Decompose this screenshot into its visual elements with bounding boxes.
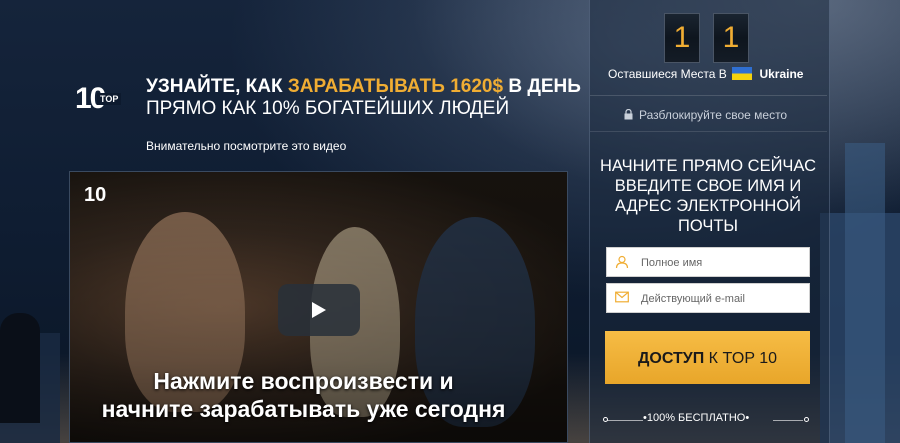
video-caption-line2: начните зарабатывать уже сегодня bbox=[101, 396, 506, 422]
seats-label: Оставшиеся Места В bbox=[608, 67, 727, 81]
button-label-rest: К TOP 10 bbox=[704, 350, 777, 367]
email-input[interactable] bbox=[639, 284, 811, 314]
headline-line2: ПРЯМО КАК 10% БОГАТЕЙШИХ ЛЮДЕЙ bbox=[146, 98, 510, 119]
counter-digit: 1 bbox=[664, 13, 700, 63]
building bbox=[845, 143, 885, 443]
line-decoration bbox=[773, 420, 803, 421]
free-note: •100% БЕСПЛАТНО• bbox=[603, 412, 813, 428]
video-logo: 10 bbox=[84, 184, 107, 206]
unlock-note: Разблокируйте свое место bbox=[624, 108, 787, 122]
seats-country: Ukraine bbox=[759, 67, 804, 81]
video-player[interactable]: 10 Нажмите воспроизвести и начните зараб… bbox=[69, 171, 568, 443]
user-icon bbox=[615, 255, 629, 269]
name-field[interactable] bbox=[606, 247, 811, 278]
headline-suffix: В ДЕНЬ bbox=[503, 76, 581, 97]
ring-decoration bbox=[804, 417, 809, 422]
headline-prefix: УЗНАЙТЕ, КАК bbox=[146, 76, 288, 97]
watch-video-text: Внимательно посмотрите это видео bbox=[146, 139, 347, 153]
access-top10-button[interactable]: ДОСТУП К TOP 10 bbox=[605, 331, 810, 384]
counter-digit: 1 bbox=[713, 13, 749, 63]
play-button[interactable] bbox=[278, 284, 360, 336]
divider bbox=[590, 95, 827, 96]
headline-accent: ЗАРАБАТЫВАТЬ 1620$ bbox=[287, 76, 504, 97]
headline-line1: УЗНАЙТЕ, КАК ЗАРАБАТЫВАТЬ 1620$ В ДЕНЬ bbox=[146, 76, 581, 98]
video-caption-line1: Нажмите воспроизвести и bbox=[153, 368, 454, 394]
unlock-text: Разблокируйте свое место bbox=[639, 108, 788, 122]
email-field[interactable] bbox=[606, 283, 811, 314]
name-input[interactable] bbox=[639, 248, 811, 278]
free-label: •100% БЕСПЛАТНО• bbox=[643, 412, 750, 424]
button-bold-label: ДОСТУП bbox=[638, 350, 705, 367]
seats-remaining: Оставшиеся Места В Ukraine bbox=[608, 67, 803, 82]
logo-tag: TOP bbox=[97, 93, 122, 105]
top10-logo: 10 TOP bbox=[75, 84, 131, 114]
divider bbox=[590, 131, 827, 132]
line-decoration bbox=[607, 420, 643, 421]
ukraine-flag-icon bbox=[732, 67, 753, 81]
play-icon bbox=[312, 302, 326, 318]
silhouette-figure bbox=[0, 313, 40, 423]
lock-icon bbox=[624, 109, 633, 120]
cta-instructions: НАЧНИТЕ ПРЯМО СЕЙЧАС ВВЕДИТЕ СВОЕ ИМЯ И … bbox=[600, 157, 816, 235]
envelope-icon bbox=[615, 291, 629, 303]
